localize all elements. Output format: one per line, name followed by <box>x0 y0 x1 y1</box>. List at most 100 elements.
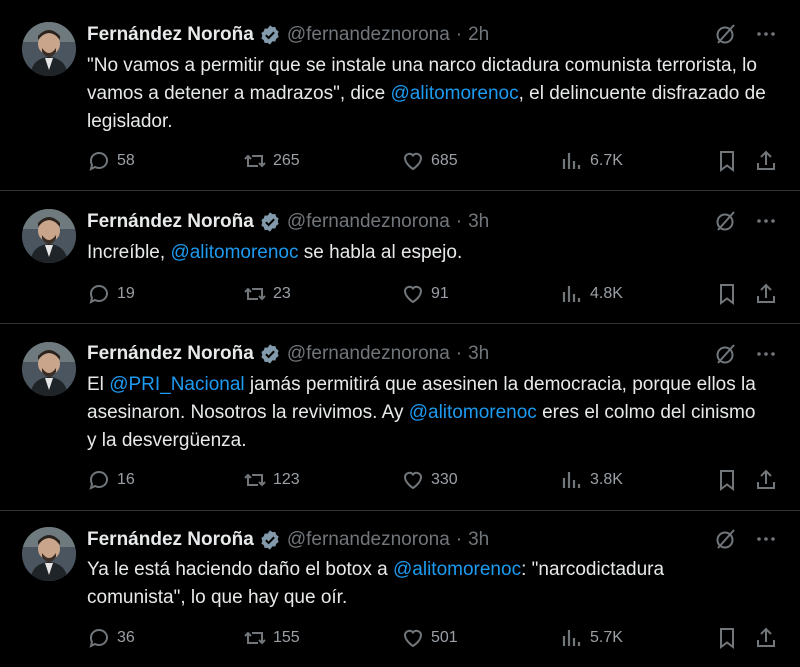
repost-icon <box>244 473 266 487</box>
tweet[interactable]: Fernández Noroña @fernandeznorona · 3h Y… <box>0 511 800 667</box>
reply-button[interactable]: 58 <box>87 149 135 173</box>
like-button[interactable]: 91 <box>401 282 449 306</box>
repost-count: 23 <box>273 285 291 302</box>
tweet[interactable]: Fernández Noroña @fernandeznorona · 3h E… <box>0 324 800 511</box>
bookmark-button[interactable] <box>715 149 739 173</box>
grok-icon[interactable] <box>714 527 738 551</box>
repost-button[interactable]: 23 <box>243 282 291 306</box>
tweet-text: El @PRI_Nacional jamás permitirá que ase… <box>87 371 767 455</box>
repost-count: 123 <box>273 471 300 488</box>
reply-icon <box>89 629 108 648</box>
like-count: 330 <box>431 471 458 488</box>
author-handle[interactable]: @fernandeznorona <box>287 529 450 551</box>
tweet-actions: 58 265 685 6.7K <box>87 146 778 176</box>
mention-link[interactable]: @alitomorenoc <box>170 242 298 263</box>
views-count: 3.8K <box>590 471 623 488</box>
views-count: 5.7K <box>590 629 623 646</box>
like-icon <box>403 152 423 171</box>
views-icon <box>562 286 581 302</box>
like-count: 501 <box>431 629 458 646</box>
repost-icon <box>244 154 266 168</box>
like-button[interactable]: 330 <box>401 468 458 492</box>
repost-count: 265 <box>273 152 300 169</box>
avatar[interactable] <box>22 527 76 581</box>
reply-button[interactable]: 19 <box>87 282 135 306</box>
tweet-text: Ya le está haciendo daño el botox a @ali… <box>87 556 747 612</box>
grok-icon[interactable] <box>714 22 738 46</box>
mention-link[interactable]: @PRI_Nacional <box>109 374 244 395</box>
views-icon <box>562 153 581 169</box>
timestamp[interactable]: 3h <box>468 529 489 551</box>
views-button[interactable]: 6.7K <box>560 149 623 173</box>
grok-icon[interactable] <box>714 342 738 366</box>
like-button[interactable]: 685 <box>401 149 458 173</box>
tweet-text-segment: Ya le está haciendo daño el botox a <box>87 559 393 580</box>
grok-icon[interactable] <box>714 209 738 233</box>
tweet-top-actions <box>714 527 778 551</box>
views-count: 4.8K <box>590 285 623 302</box>
like-button[interactable]: 501 <box>401 626 458 650</box>
tweet[interactable]: Fernández Noroña @fernandeznorona · 3h I… <box>0 191 800 324</box>
bookmark-button[interactable] <box>715 282 739 306</box>
mention-link[interactable]: @alitomorenoc <box>393 559 521 580</box>
timestamp[interactable]: 2h <box>468 24 489 46</box>
tweet-actions: 19 23 91 4.8K <box>87 279 778 309</box>
author-name[interactable]: Fernández Noroña <box>87 343 254 365</box>
share-button[interactable] <box>754 282 778 306</box>
more-icon[interactable] <box>754 342 778 366</box>
reply-icon <box>89 152 108 171</box>
tweet[interactable]: Fernández Noroña @fernandeznorona · 2h "… <box>0 0 800 191</box>
verified-badge-icon <box>261 344 279 364</box>
reply-count: 36 <box>117 629 135 646</box>
author-handle[interactable]: @fernandeznorona <box>287 24 450 46</box>
repost-button[interactable]: 155 <box>243 626 300 650</box>
tweet-text-segment: se habla al espejo. <box>298 242 463 263</box>
mention-link[interactable]: @alitomorenoc <box>391 83 519 104</box>
author-name[interactable]: Fernández Noroña <box>87 24 254 46</box>
more-icon[interactable] <box>754 527 778 551</box>
repost-button[interactable]: 265 <box>243 149 300 173</box>
avatar[interactable] <box>22 22 76 76</box>
author-name[interactable]: Fernández Noroña <box>87 211 254 233</box>
author-name[interactable]: Fernández Noroña <box>87 529 254 551</box>
avatar[interactable] <box>22 342 76 396</box>
author-handle[interactable]: @fernandeznorona <box>287 343 450 365</box>
avatar[interactable] <box>22 209 76 263</box>
author-handle[interactable]: @fernandeznorona <box>287 211 450 233</box>
separator-dot: · <box>455 529 463 550</box>
share-button[interactable] <box>754 626 778 650</box>
share-icon <box>757 283 775 303</box>
reply-button[interactable]: 16 <box>87 468 135 492</box>
reply-count: 58 <box>117 152 135 169</box>
mention-link[interactable]: @alitomorenoc <box>409 402 537 423</box>
views-button[interactable]: 4.8K <box>560 282 623 306</box>
repost-icon <box>244 287 266 301</box>
tweet-text-segment: El <box>87 374 110 395</box>
reply-button[interactable]: 36 <box>87 626 135 650</box>
views-icon <box>562 630 581 646</box>
tweet-top-actions <box>714 22 778 46</box>
separator-dot: · <box>455 24 463 45</box>
like-icon <box>403 471 423 490</box>
tweet-top-actions <box>714 209 778 233</box>
tweet-actions: 36 155 501 5.7K <box>87 623 778 653</box>
more-icon[interactable] <box>754 209 778 233</box>
timestamp[interactable]: 3h <box>468 343 489 365</box>
timestamp[interactable]: 3h <box>468 211 489 233</box>
share-button[interactable] <box>754 468 778 492</box>
verified-badge-icon <box>261 530 279 550</box>
repost-count: 155 <box>273 629 300 646</box>
bookmark-icon <box>720 151 734 172</box>
like-icon <box>403 285 423 304</box>
repost-button[interactable]: 123 <box>243 468 300 492</box>
separator-dot: · <box>455 343 463 364</box>
bookmark-icon <box>720 628 734 649</box>
more-icon[interactable] <box>754 22 778 46</box>
share-button[interactable] <box>754 149 778 173</box>
views-button[interactable]: 5.7K <box>560 626 623 650</box>
share-icon <box>757 150 775 170</box>
tweet-text: "No vamos a permitir que se instale una … <box>87 52 767 136</box>
views-button[interactable]: 3.8K <box>560 468 623 492</box>
bookmark-button[interactable] <box>715 468 739 492</box>
bookmark-button[interactable] <box>715 626 739 650</box>
